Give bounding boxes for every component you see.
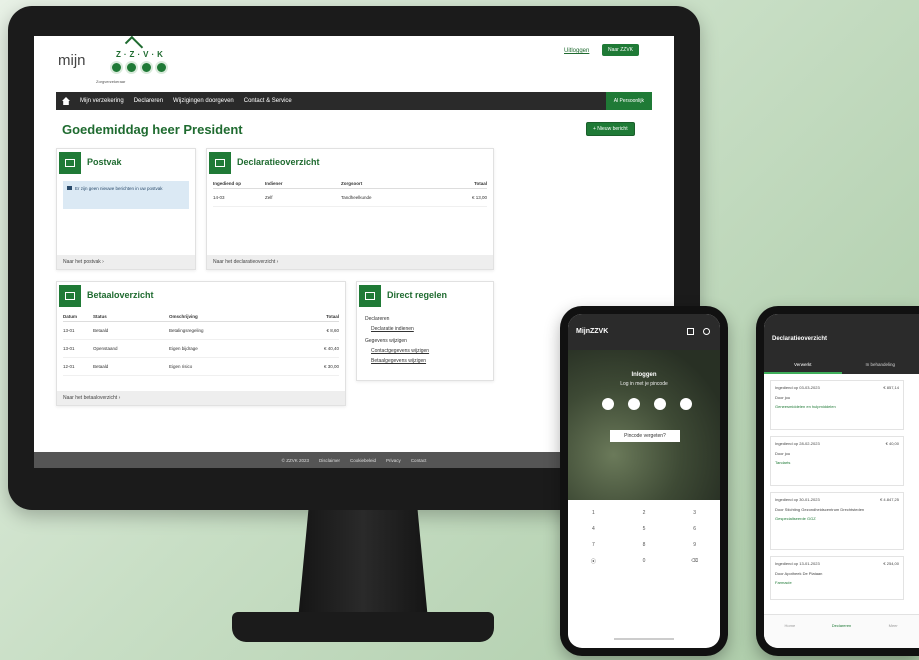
key-4[interactable]: 4	[568, 526, 619, 532]
postvak-message: Er zijn geen nieuwe berichten in uw post…	[63, 181, 189, 209]
declaratie-title: Declaratieoverzicht	[237, 157, 320, 167]
go-to-site-button[interactable]: Naar ZZVK	[602, 44, 640, 56]
home-icon[interactable]	[62, 97, 70, 105]
footer-disclaimer[interactable]: Disclaimer	[319, 458, 340, 463]
footer-cookies[interactable]: Cookiebeleid	[350, 458, 376, 463]
link-betaalgegevens[interactable]: Betaalgegevens wijzigen	[365, 358, 426, 364]
tab-declareren[interactable]: Declareren	[816, 615, 868, 648]
nav-item-wijzigingen[interactable]: Wijzigingen doorgeven	[173, 98, 234, 104]
key-5[interactable]: 5	[619, 526, 670, 532]
person-icon-label: Door jou	[775, 395, 791, 400]
receipt-icon	[209, 152, 231, 174]
key-2[interactable]: 2	[619, 510, 670, 516]
direct-regelen-card: Direct regelen Declareren Declaratie ind…	[356, 281, 494, 381]
list-item[interactable]: Ingediend op 03-03-2023 € 857,14 Door jo…	[770, 380, 904, 430]
link-declaratie-indienen[interactable]: Declaratie indienen	[365, 326, 414, 332]
card-icon[interactable]	[687, 328, 694, 335]
postvak-title: Postvak	[87, 157, 122, 167]
mail-icon	[59, 152, 81, 174]
nav-item-verzekering[interactable]: Mijn verzekering	[80, 98, 124, 104]
declaratie-table: Ingediend op Indiener Zorgsoort Totaal 1…	[213, 181, 487, 207]
footer-copyright: © ZZVK 2023	[281, 457, 309, 463]
key-6[interactable]: 6	[669, 526, 720, 532]
monitor-base	[232, 612, 494, 642]
betaal-card: Betaaloverzicht Datum Status Omschrijvin…	[56, 281, 346, 406]
login-subtitle: Log in met je pincode	[620, 381, 668, 387]
table-header: Ingediend op Indiener Zorgsoort Totaal	[213, 181, 487, 189]
key-0[interactable]: 0	[619, 558, 670, 565]
key-9[interactable]: 9	[669, 542, 720, 548]
betaal-title: Betaaloverzicht	[87, 290, 154, 300]
forgot-pin-button[interactable]: Pincode vergeten?	[610, 430, 680, 442]
new-message-button[interactable]: + Nieuw bericht	[586, 122, 635, 136]
key-8[interactable]: 8	[619, 542, 670, 548]
footer-privacy[interactable]: Privacy	[386, 458, 401, 463]
tab-home[interactable]: Home	[764, 615, 816, 648]
direct-title: Direct regelen	[387, 290, 448, 300]
logo-dots-icon	[110, 61, 168, 74]
logout-link[interactable]: Uitloggen	[564, 48, 589, 54]
phone-declaraties: Declaratieoverzicht Verwerkt In behandel…	[756, 306, 919, 656]
key-3[interactable]: 3	[669, 510, 720, 516]
person-menu-button[interactable]: Al Persoonlijk	[605, 92, 652, 110]
table-row[interactable]: 14-03 Zelf Tandheelkunde € 13,00	[213, 189, 487, 207]
app-header: Declaratieoverzicht	[764, 314, 919, 358]
declaratie-footer-link[interactable]: Naar het declaratieoverzicht ›	[207, 255, 493, 269]
app-title: MijnZZVK	[576, 328, 609, 335]
key-1[interactable]: 1	[568, 510, 619, 516]
table-row[interactable]: 13-01 Openstaand Eigen bijdrage € 40,40	[63, 340, 339, 358]
decl-tabs: Verwerkt In behandeling	[764, 358, 919, 374]
list-item[interactable]: Ingediend op 28-02-2023 € 40,00 Door jou…	[770, 436, 904, 486]
logo-mijn: mijn	[58, 52, 86, 69]
page-title: Goedemiddag heer President	[62, 122, 243, 137]
login-background-photo: Inloggen Log in met je pincode Pincode v…	[568, 350, 720, 500]
fingerprint-icon[interactable]: ⦿	[568, 558, 619, 565]
direct-section-declareren: Declareren	[365, 316, 390, 322]
help-icon[interactable]	[703, 328, 710, 335]
logo-letters: Z·Z·V·K	[116, 50, 166, 59]
main-nav: Mijn verzekering Declareren Wijzigingen …	[56, 92, 652, 110]
info-icon	[67, 186, 72, 190]
app-header: MijnZZVK	[568, 314, 720, 350]
pin-indicator	[602, 398, 692, 410]
betaal-footer-link[interactable]: Naar het betaaloverzicht ›	[57, 391, 345, 405]
table-header: Datum Status Omschrijving Totaal	[63, 314, 339, 322]
list-icon	[59, 285, 81, 307]
list-item[interactable]: Ingediend op 13-01-2023 € 254,00 Door Ap…	[770, 556, 904, 600]
pencil-icon	[359, 285, 381, 307]
key-7[interactable]: 7	[568, 542, 619, 548]
phone-login: MijnZZVK Inloggen Log in met je pincode …	[560, 306, 728, 656]
tab-verwerkt[interactable]: Verwerkt	[764, 358, 842, 374]
nav-item-declareren[interactable]: Declareren	[134, 98, 163, 104]
footer-contact[interactable]: Contact	[411, 458, 427, 463]
nav-item-contact[interactable]: Contact & Service	[244, 98, 292, 104]
postvak-card: Postvak Er zijn geen nieuwe berichten in…	[56, 148, 196, 270]
zzvk-logo[interactable]: Z·Z·V·K Zorgverzekeraar	[96, 36, 176, 86]
table-row[interactable]: 12-01 Betaald Eigen risico € 30,00	[63, 358, 339, 376]
site-header: mijn Z·Z·V·K Zorgverzekeraar Uitloggen N…	[34, 36, 674, 88]
direct-section-gegevens: Gegevens wijzigen	[365, 338, 407, 344]
monitor-stand	[298, 510, 428, 620]
login-title: Inloggen	[631, 372, 657, 378]
table-row[interactable]: 13-01 Betaald Betalingsregeling € 8,60	[63, 322, 339, 340]
list-item[interactable]: Ingediend op 30-01-2023 € 4.847,25 Door …	[770, 492, 904, 550]
declaratie-card: Declaratieoverzicht Ingediend op Indiene…	[206, 148, 494, 270]
betaal-table: Datum Status Omschrijving Totaal 13-01 B…	[63, 314, 339, 376]
tab-meer[interactable]: Meer	[867, 615, 919, 648]
pin-keypad: 1 2 3 4 5 6 7 8 9 ⦿ 0 ⌫	[568, 510, 720, 565]
backspace-icon[interactable]: ⌫	[669, 558, 720, 565]
postvak-footer-link[interactable]: Naar het postvak ›	[57, 255, 195, 269]
home-indicator	[614, 638, 674, 640]
link-contactgegevens[interactable]: Contactgegevens wijzigen	[365, 348, 429, 354]
tab-in-behandeling[interactable]: In behandeling	[842, 358, 919, 374]
logo-tagline: Zorgverzekeraar	[96, 79, 126, 84]
bottom-tabbar: Home Declareren Meer	[764, 614, 919, 648]
